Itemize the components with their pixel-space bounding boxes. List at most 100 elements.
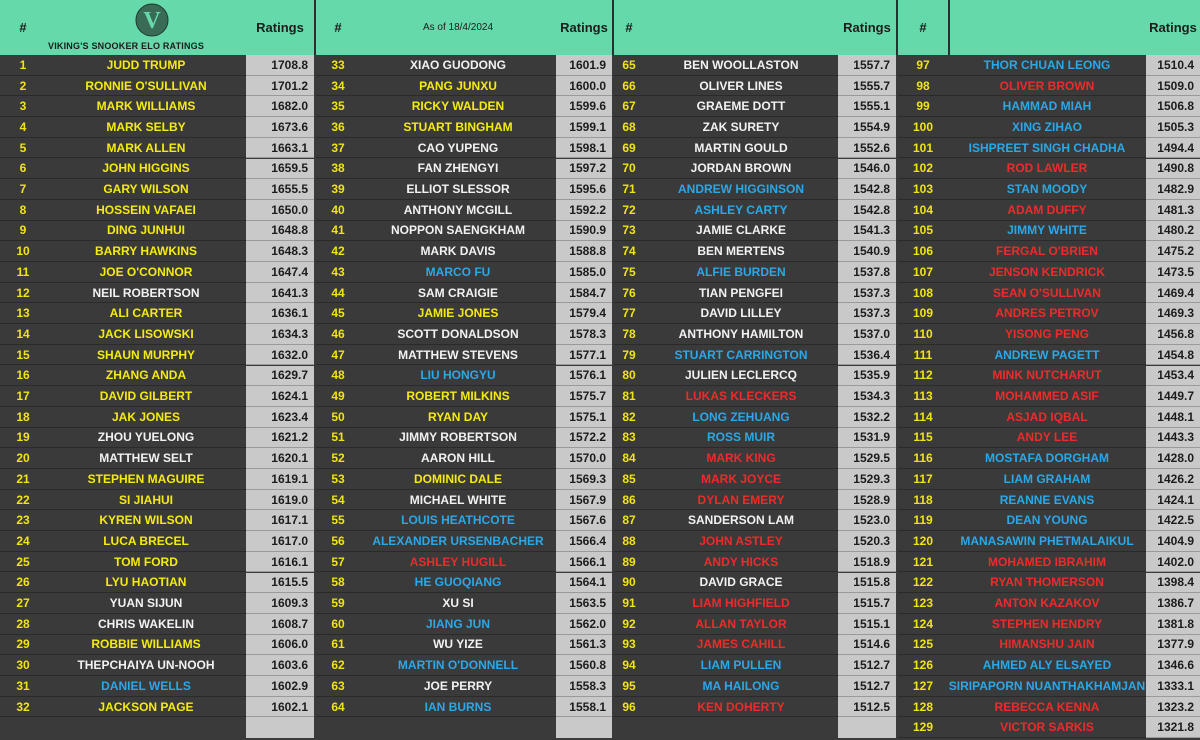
table-row: 125 HIMANSHU JAIN 1377.9 — [898, 634, 1200, 656]
rank-cell: 49 — [316, 386, 360, 407]
player-name-cell: HIMANSHU JAIN — [948, 634, 1146, 656]
player-name-cell: BARRY HAWKINS — [46, 241, 246, 262]
rating-cell: 1454.8 — [1146, 344, 1200, 366]
table-row: 55 LOUIS HEATHCOTE 1567.6 — [316, 510, 612, 532]
rating-cell: 1621.2 — [246, 427, 314, 449]
rating-cell: 1537.8 — [838, 262, 896, 283]
rating-cell: 1598.1 — [556, 137, 612, 159]
rating-cell: 1562.0 — [556, 613, 612, 635]
table-row: 88 JOHN ASTLEY 1520.3 — [614, 531, 896, 552]
table-row: 56 ALEXANDER URSENBACHER 1566.4 — [316, 531, 612, 552]
player-name-cell: XING ZIHAO — [948, 117, 1146, 138]
table-row: 28 CHRIS WAKELIN 1608.7 — [0, 613, 314, 635]
rating-cell: 1515.1 — [838, 613, 896, 635]
col2-rank-header: # — [334, 20, 342, 35]
rating-cell: 1617.0 — [246, 531, 314, 552]
table-row: 123 ANTON KAZAKOV 1386.7 — [898, 593, 1200, 614]
rating-cell: 1558.3 — [556, 676, 612, 697]
player-name-cell: THOR CHUAN LEONG — [948, 55, 1146, 76]
rating-cell: 1518.9 — [838, 551, 896, 573]
rank-cell: 52 — [316, 448, 360, 469]
rating-cell: 1602.9 — [246, 676, 314, 697]
rating-cell: 1648.8 — [246, 220, 314, 242]
rank-cell: 123 — [898, 593, 948, 614]
player-name-cell: STUART CARRINGTON — [644, 344, 838, 366]
table-row: 120 MANASAWIN PHETMALAIKUL 1404.9 — [898, 531, 1200, 552]
player-name-cell: MARK KING — [644, 448, 838, 469]
player-name-cell: LUCA BRECEL — [46, 531, 246, 552]
rank-cell: 3 — [0, 96, 46, 118]
rank-cell: 4 — [0, 117, 46, 138]
player-name-cell: OLIVER BROWN — [948, 75, 1146, 97]
rank-cell: 117 — [898, 469, 948, 490]
rating-cell: 1599.1 — [556, 117, 612, 138]
rank-cell: 25 — [0, 551, 46, 573]
rating-cell: 1634.3 — [246, 324, 314, 345]
table-row: 104 ADAM DUFFY 1481.3 — [898, 199, 1200, 221]
player-name-cell: DAVID GILBERT — [46, 386, 246, 407]
rating-cell: 1682.0 — [246, 96, 314, 118]
player-name-cell: CAO YUPENG — [360, 137, 556, 159]
rating-cell: 1576.1 — [556, 365, 612, 387]
rank-cell: 32 — [0, 696, 46, 718]
table-row: 67 GRAEME DOTT 1555.1 — [614, 96, 896, 118]
rating-cell: 1456.8 — [1146, 324, 1200, 345]
rank-cell: 88 — [614, 531, 644, 552]
rating-cell: 1542.8 — [838, 179, 896, 200]
rank-cell: 17 — [0, 386, 46, 407]
table-row: 101 ISHPREET SINGH CHADHA 1494.4 — [898, 137, 1200, 159]
table-row: 94 LIAM PULLEN 1512.7 — [614, 655, 896, 676]
table-row: 14 JACK LISOWSKI 1634.3 — [0, 324, 314, 345]
rank-cell: 118 — [898, 489, 948, 511]
rank-cell: 30 — [0, 655, 46, 676]
rating-cell: 1536.4 — [838, 344, 896, 366]
table-row: 126 AHMED ALY ELSAYED 1346.6 — [898, 655, 1200, 676]
rating-cell: 1520.3 — [838, 531, 896, 552]
rating-cell: 1529.3 — [838, 469, 896, 490]
rating-cell: 1578.3 — [556, 324, 612, 345]
viking-v-logo-icon: V — [135, 3, 169, 37]
rank-cell: 38 — [316, 158, 360, 180]
rating-cell: 1648.3 — [246, 241, 314, 262]
rating-cell: 1490.8 — [1146, 158, 1200, 180]
table-row: 66 OLIVER LINES 1555.7 — [614, 75, 896, 97]
player-name-cell: JUDD TRUMP — [46, 55, 246, 76]
rating-cell: 1333.1 — [1146, 676, 1200, 697]
rank-cell: 20 — [0, 448, 46, 469]
rating-cell: 1528.9 — [838, 489, 896, 511]
rating-cell: 1577.1 — [556, 344, 612, 366]
rating-cell: 1546.0 — [838, 158, 896, 180]
rank-cell: 97 — [898, 55, 948, 76]
empty-rating-cell — [246, 717, 314, 739]
player-name-cell: HAMMAD MIAH — [948, 96, 1146, 118]
rank-cell: 27 — [0, 593, 46, 614]
rating-cell: 1567.9 — [556, 489, 612, 511]
empty-rating-cell — [838, 717, 896, 739]
player-name-cell: LONG ZEHUANG — [644, 406, 838, 428]
rating-cell: 1602.1 — [246, 696, 314, 718]
player-name-cell: JAMIE CLARKE — [644, 220, 838, 242]
table-row: 105 JIMMY WHITE 1480.2 — [898, 220, 1200, 242]
table-row: 22 SI JIAHUI 1619.0 — [0, 489, 314, 511]
rank-cell: 105 — [898, 220, 948, 242]
rank-cell: 102 — [898, 158, 948, 180]
rating-cell: 1398.4 — [1146, 572, 1200, 594]
rating-cell: 1620.1 — [246, 448, 314, 469]
as-of-date: As of 18/4/2024 — [422, 22, 494, 33]
rank-cell: 64 — [316, 696, 360, 718]
rank-cell: 92 — [614, 613, 644, 635]
rank-cell: 11 — [0, 262, 46, 283]
rank-cell: 13 — [0, 303, 46, 325]
table-row: 46 SCOTT DONALDSON 1578.3 — [316, 324, 612, 345]
rating-cell: 1561.3 — [556, 634, 612, 656]
table-row: 90 DAVID GRACE 1515.8 — [614, 572, 896, 594]
player-name-cell: OLIVER LINES — [644, 75, 838, 97]
rating-cell: 1475.2 — [1146, 241, 1200, 262]
empty-rating-cell — [556, 717, 612, 739]
rank-cell: 87 — [614, 510, 644, 532]
player-name-cell: STEPHEN MAGUIRE — [46, 469, 246, 490]
player-name-cell: FAN ZHENGYI — [360, 158, 556, 180]
rank-cell: 8 — [0, 199, 46, 221]
rating-cell: 1512.5 — [838, 696, 896, 718]
rank-cell: 67 — [614, 96, 644, 118]
